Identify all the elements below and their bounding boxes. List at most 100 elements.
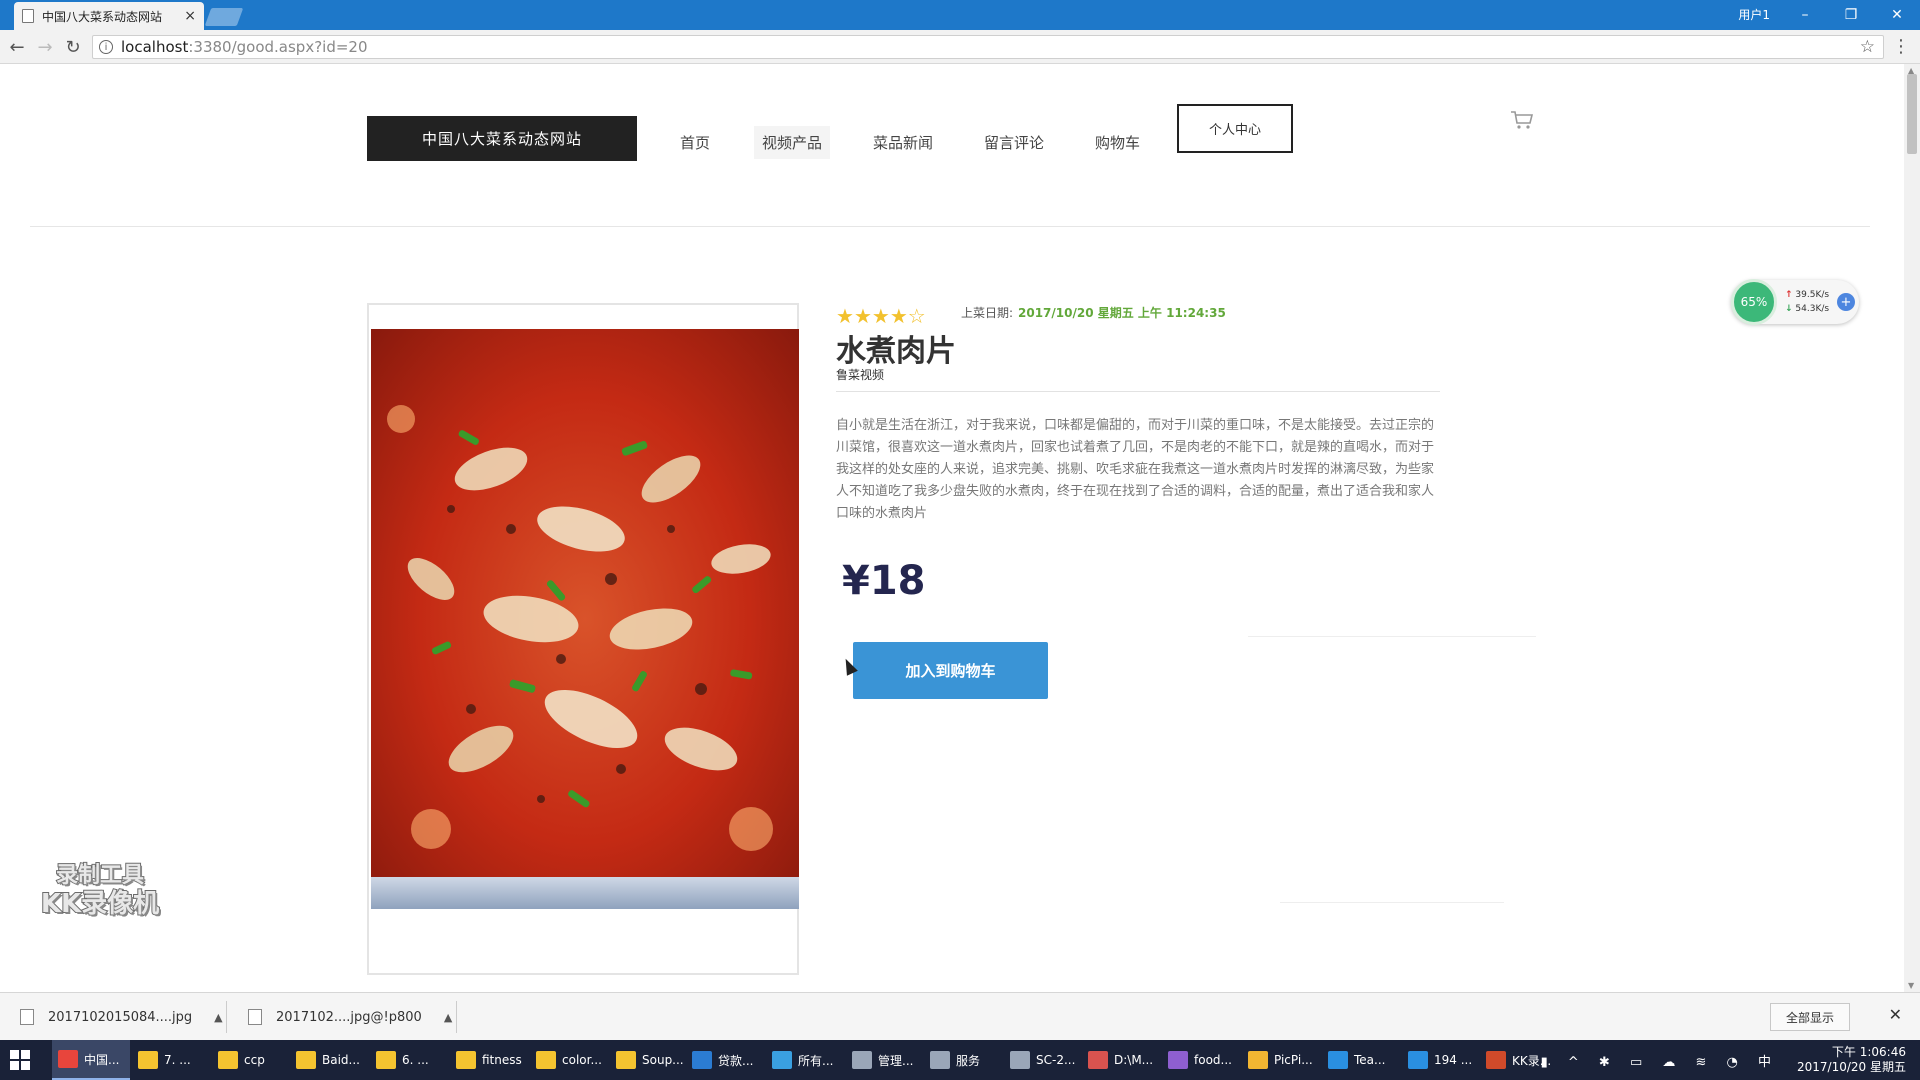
taskbar-app-button[interactable]: 中国... <box>52 1040 130 1080</box>
back-icon[interactable]: ← <box>6 36 28 58</box>
taskbar-app-button[interactable]: 管理... <box>846 1040 924 1080</box>
forward-icon[interactable]: → <box>34 36 56 58</box>
shopping-cart-icon[interactable] <box>1510 110 1534 130</box>
profile-user-label[interactable]: 用户1 <box>1738 6 1770 23</box>
scrollbar-thumb[interactable] <box>1907 74 1917 154</box>
product-title: 水煮肉片 <box>836 334 956 369</box>
app-icon <box>1168 1051 1188 1069</box>
release-date: 2017/10/20 星期五 上午 11:24:35 <box>1018 306 1226 320</box>
clock-date: 2017/10/20 星期五 <box>1797 1060 1906 1074</box>
site-info-icon[interactable]: i <box>99 40 113 54</box>
chevron-up-icon[interactable]: ▲ <box>444 1011 452 1024</box>
site-header: 中国八大菜系动态网站 首页 视频产品 菜品新闻 留言评论 购物车 个人中心 <box>0 64 1904 226</box>
watermark-line-1: 录制工具 <box>55 862 145 889</box>
restore-icon[interactable]: ❐ <box>1828 0 1874 30</box>
bookmark-star-icon[interactable]: ☆ <box>1860 37 1875 57</box>
tab-title: 中国八大菜系动态网站 <box>42 9 163 24</box>
app-icon <box>58 1050 78 1068</box>
app-icon <box>1328 1051 1348 1069</box>
taskbar-app-button[interactable]: Baid... <box>290 1040 368 1080</box>
window-controls: – ❐ ✕ <box>1782 0 1920 30</box>
taskbar-app-button[interactable]: SC-2... <box>1004 1040 1082 1080</box>
taskbar-app-label: 7. ... <box>164 1053 191 1067</box>
nav-home[interactable]: 首页 <box>672 126 718 159</box>
chevron-up-icon[interactable]: ▲ <box>214 1011 222 1024</box>
download-separator <box>226 1001 227 1033</box>
taskbar-app-button[interactable]: food... <box>1162 1040 1240 1080</box>
close-window-icon[interactable]: ✕ <box>1874 0 1920 30</box>
accelerate-plus-icon[interactable]: + <box>1837 293 1855 311</box>
info-divider <box>836 391 1440 392</box>
browser-titlebar: 中国八大菜系动态网站 × 用户1 – ❐ ✕ <box>0 0 1920 30</box>
watermark-line-2: KK录像机 <box>40 889 160 919</box>
upload-arrow-icon: ↑ <box>1785 290 1793 300</box>
taskbar-app-button[interactable]: 服务 <box>924 1040 1002 1080</box>
app-icon <box>376 1051 396 1069</box>
app-icon <box>218 1051 238 1069</box>
taskbar-app-label: 服务 <box>956 1053 981 1068</box>
add-to-cart-button[interactable]: 加入到购物车 <box>853 642 1048 699</box>
download-speed: ↓ 54.3K/s <box>1785 304 1829 314</box>
taskbar-app-label: Tea... <box>1354 1053 1386 1067</box>
upload-speed-value: 39.5K/s <box>1795 290 1830 300</box>
taskbar-app-button[interactable]: Soup... <box>610 1040 688 1080</box>
system-clock[interactable]: 下午 1:06:46 2017/10/20 星期五 <box>1797 1045 1906 1075</box>
download-separator <box>456 1001 457 1033</box>
taskbar-app-label: ccp <box>244 1053 265 1067</box>
taskbar-app-button[interactable]: 194 ... <box>1402 1040 1480 1080</box>
windows-start-icon[interactable] <box>10 1050 30 1070</box>
taskbar-app-label: 194 ... <box>1434 1053 1473 1067</box>
minimize-icon[interactable]: – <box>1782 0 1828 30</box>
taskbar-app-button[interactable]: 7. ... <box>132 1040 210 1080</box>
taskbar-app-label: 管理... <box>878 1053 914 1068</box>
taskbar-app-label: 贷款... <box>718 1053 754 1068</box>
product-image-frame <box>367 303 799 975</box>
tab-close-icon[interactable]: × <box>184 8 196 24</box>
page-scrollbar[interactable]: ▲ ▼ <box>1904 64 1920 992</box>
download-item[interactable]: 2017102....jpg@!p800 ▲ <box>248 993 452 1041</box>
taskbar-app-button[interactable]: Tea... <box>1322 1040 1400 1080</box>
star-rating: ★★★★☆ <box>836 304 926 328</box>
windows-taskbar: 中国... 7. ... ccp Baid... 6. ... fitness color.… <box>0 1040 1920 1080</box>
taskbar-app-button[interactable]: fitness <box>450 1040 528 1080</box>
star-filled-icon: ★ <box>853 304 872 328</box>
close-downloads-icon[interactable]: ✕ <box>1889 1005 1902 1024</box>
network-usage-ball[interactable]: 65% <box>1731 279 1777 325</box>
nav-personal-center[interactable]: 个人中心 <box>1177 104 1293 153</box>
download-speed-value: 54.3K/s <box>1795 304 1830 314</box>
nav-comments[interactable]: 留言评论 <box>976 126 1052 159</box>
star-empty-icon: ☆ <box>907 304 926 328</box>
tray-icons[interactable]: ▮ ^ ✱ ▭ ☁ ≋ ◔ 中 <box>1541 1051 1779 1070</box>
taskbar-app-button[interactable]: PicPi... <box>1242 1040 1320 1080</box>
site-logo[interactable]: 中国八大菜系动态网站 <box>367 116 637 161</box>
product-photo <box>371 329 799 909</box>
app-icon <box>852 1051 872 1069</box>
image-file-icon <box>20 1009 34 1025</box>
reload-icon[interactable]: ↻ <box>62 36 84 58</box>
nav-cart[interactable]: 购物车 <box>1087 126 1148 159</box>
taskbar-app-button[interactable]: ccp <box>212 1040 290 1080</box>
download-item[interactable]: 2017102015084....jpg ▲ <box>20 993 223 1041</box>
new-tab-button[interactable] <box>204 8 244 26</box>
taskbar-app-label: 所有... <box>798 1053 834 1068</box>
nav-video-products[interactable]: 视频产品 <box>754 126 831 159</box>
faint-divider <box>1280 902 1504 903</box>
taskbar-app-label: Soup... <box>642 1053 684 1067</box>
browser-menu-icon[interactable]: ⋮ <box>1892 36 1910 57</box>
taskbar-app-button[interactable]: D:\M... <box>1082 1040 1160 1080</box>
taskbar-app-button[interactable]: color... <box>530 1040 608 1080</box>
taskbar-app-button[interactable]: 贷款... <box>686 1040 764 1080</box>
scroll-down-arrow-icon[interactable]: ▼ <box>1908 981 1914 990</box>
network-speed-widget[interactable]: 65% ↑ 39.5K/s ↓ 54.3K/s + <box>1731 279 1859 325</box>
browser-tab[interactable]: 中国八大菜系动态网站 × <box>14 2 204 30</box>
show-all-downloads-button[interactable]: 全部显示 <box>1770 1003 1850 1031</box>
address-bar[interactable]: i localhost :3380/good.aspx?id=20 ☆ <box>92 35 1884 59</box>
star-filled-icon: ★ <box>836 304 854 328</box>
nav-dish-news[interactable]: 菜品新闻 <box>865 126 941 159</box>
url-host: localhost <box>121 38 189 56</box>
downloads-bar: 2017102015084....jpg ▲ 2017102....jpg@!p… <box>0 992 1920 1040</box>
taskbar-app-button[interactable]: 所有... <box>766 1040 844 1080</box>
clock-time: 下午 1:06:46 <box>1831 1045 1906 1059</box>
app-icon <box>456 1051 476 1069</box>
taskbar-app-button[interactable]: 6. ... <box>370 1040 448 1080</box>
